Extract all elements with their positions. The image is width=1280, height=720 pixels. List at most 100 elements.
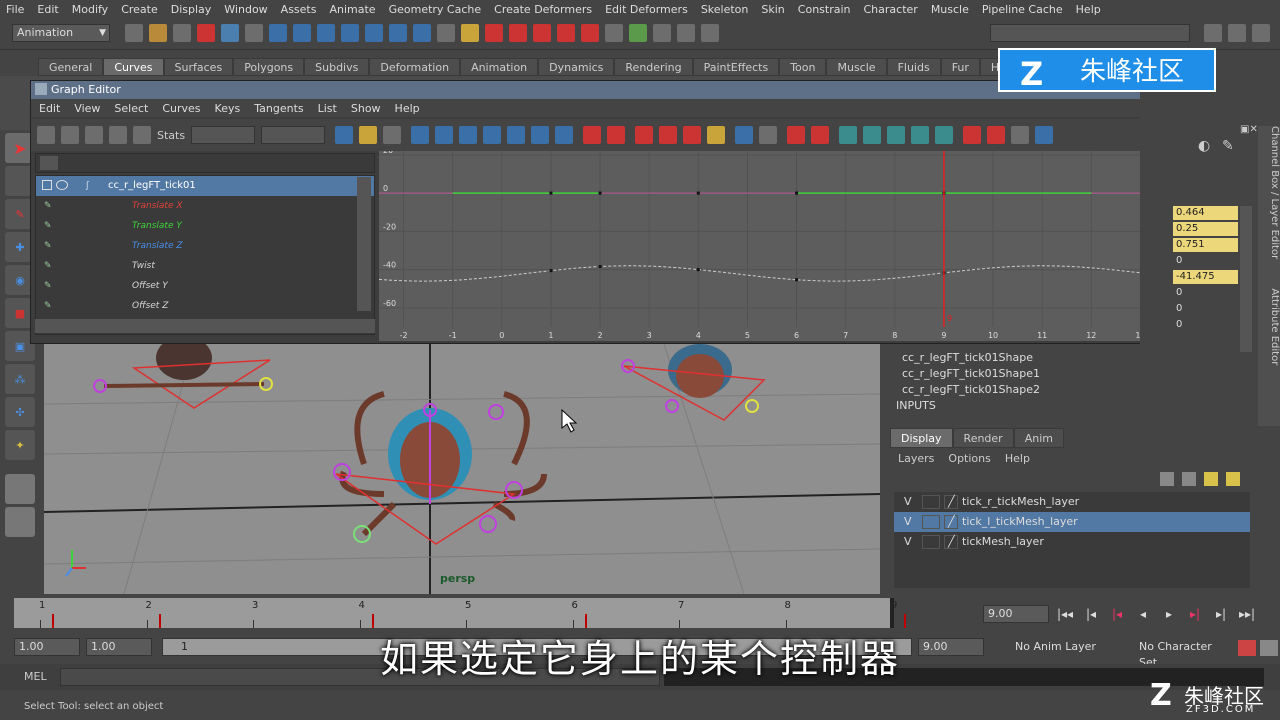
shelf-tab-fur[interactable]: Fur: [940, 58, 980, 76]
perspective-viewport[interactable]: persp: [44, 344, 880, 594]
graph-menu-keys[interactable]: Keys: [215, 102, 241, 115]
shelf-tab-subdivs[interactable]: Subdivs: [304, 58, 370, 76]
region-tool-icon[interactable]: [133, 126, 151, 144]
channel-pin-icon[interactable]: ✎: [44, 296, 52, 316]
menu-item-animate[interactable]: Animate: [329, 3, 375, 16]
graph-menu-view[interactable]: View: [74, 102, 100, 115]
channel-box-edit-icon[interactable]: ✎: [1222, 138, 1234, 154]
open-outliner-icon[interactable]: [1011, 126, 1030, 144]
channel-value-field[interactable]: 0: [1173, 302, 1238, 316]
play-backwards-icon[interactable]: ◂: [1133, 607, 1153, 621]
soft-mod-tool-icon[interactable]: ⁂: [5, 364, 35, 394]
auto-tangent-icon[interactable]: [411, 126, 430, 144]
open-dope-sheet-icon[interactable]: [963, 126, 982, 144]
time-slider[interactable]: 123456789: [14, 598, 906, 628]
cycle-pre-infinity-icon[interactable]: [735, 126, 754, 144]
spline-tangent-icon[interactable]: [435, 126, 454, 144]
layer-menu-layers[interactable]: Layers: [898, 452, 934, 465]
layer-row[interactable]: V ╱ tickMesh_layer: [894, 532, 1250, 552]
layer-tab-render[interactable]: Render: [952, 428, 1014, 448]
snap-point-icon[interactable]: [533, 24, 551, 42]
select-curves-icon[interactable]: [317, 24, 335, 42]
graph-menu-list[interactable]: List: [318, 102, 337, 115]
channel-box-scrollbar[interactable]: [1240, 206, 1252, 352]
show-attribute-editor-icon[interactable]: [1204, 24, 1222, 42]
channel-pin-icon[interactable]: ✎: [44, 236, 52, 256]
show-tool-settings-icon[interactable]: [1228, 24, 1246, 42]
outliner-channel-row[interactable]: ✎ Offset Z: [36, 296, 374, 316]
menu-item-skeleton[interactable]: Skeleton: [701, 3, 749, 16]
snap-grid-icon[interactable]: [485, 24, 503, 42]
layer-menu-options[interactable]: Options: [948, 452, 990, 465]
shelf-tab-general[interactable]: General: [38, 58, 104, 76]
lock-selection-icon[interactable]: [461, 24, 479, 42]
shelf-tab-curves[interactable]: Curves: [103, 58, 164, 76]
channel-value-field[interactable]: 0.25: [1173, 222, 1238, 236]
channel-pin-icon[interactable]: ✎: [44, 196, 52, 216]
open-channel-icon[interactable]: [1035, 126, 1054, 144]
outliner-channel-row[interactable]: ✎ Translate Z: [36, 236, 374, 256]
stack-curves-icon[interactable]: [935, 126, 954, 144]
play-forwards-icon[interactable]: ▸: [1159, 607, 1179, 621]
shelf-tab-rendering[interactable]: Rendering: [614, 58, 693, 76]
channel-pin-icon[interactable]: ✎: [44, 256, 52, 276]
last-tool-icon[interactable]: ✦: [5, 430, 35, 460]
step-forward-key-icon[interactable]: ▸|: [1185, 607, 1205, 621]
menu-item-display[interactable]: Display: [171, 3, 212, 16]
render-current-icon[interactable]: [629, 24, 647, 42]
time-snap-icon[interactable]: [811, 126, 830, 144]
curve-graph-view[interactable]: -2-1012345678910111213200-20-40-609: [379, 151, 1165, 341]
shelf-tab-polygons[interactable]: Polygons: [233, 58, 305, 76]
add-key-icon[interactable]: [85, 126, 103, 144]
history-icon[interactable]: [605, 24, 623, 42]
step-back-key-icon[interactable]: |◂: [1107, 607, 1127, 621]
outliner-scrollbar[interactable]: [357, 177, 371, 311]
key-ticks-icon[interactable]: [887, 126, 906, 144]
cycle-post-infinity-icon[interactable]: [759, 126, 778, 144]
shape-item[interactable]: cc_r_legFT_tick01Shape2: [896, 382, 1252, 398]
menu-item-muscle[interactable]: Muscle: [931, 3, 969, 16]
frame-playback-icon[interactable]: [359, 126, 378, 144]
layer-display-type-toggle[interactable]: [922, 495, 940, 509]
channel-pin-icon[interactable]: ✎: [44, 216, 52, 236]
channel-box-close-icon[interactable]: ▣✕: [1240, 124, 1258, 135]
menu-item-file[interactable]: File: [6, 3, 24, 16]
layout-single-icon[interactable]: [5, 474, 35, 504]
shelf-tab-deformation[interactable]: Deformation: [369, 58, 461, 76]
graph-menu-help[interactable]: Help: [395, 102, 420, 115]
step-tangent-icon[interactable]: [531, 126, 550, 144]
move-layer-up-icon[interactable]: [1160, 472, 1174, 486]
frame-all-icon[interactable]: [335, 126, 354, 144]
outliner-channel-row[interactable]: ✎ Translate Y: [36, 216, 374, 236]
expand-icon[interactable]: [42, 180, 52, 190]
layer-display-type-toggle[interactable]: [922, 535, 940, 549]
filter-toggle-icon[interactable]: [40, 156, 58, 170]
menu-item-assets[interactable]: Assets: [281, 3, 317, 16]
menu-item-create-deformers[interactable]: Create Deformers: [494, 3, 592, 16]
side-tab-channel-box[interactable]: Channel Box / Layer Editor: [1269, 126, 1280, 259]
clamped-tangent-icon[interactable]: [459, 126, 478, 144]
go-to-start-icon[interactable]: |◂◂: [1055, 607, 1075, 621]
channel-value-field[interactable]: 0: [1173, 318, 1238, 332]
shelf-tab-toon[interactable]: Toon: [779, 58, 827, 76]
shelf-tab-dynamics[interactable]: Dynamics: [538, 58, 615, 76]
new-scene-icon[interactable]: [125, 24, 143, 42]
shelf-tab-animation[interactable]: Animation: [460, 58, 539, 76]
shelf-tab-fluids[interactable]: Fluids: [886, 58, 941, 76]
layer-menu-help[interactable]: Help: [1005, 452, 1030, 465]
layer-row[interactable]: V ╱ tick_l_tickMesh_layer: [894, 512, 1250, 532]
denormalize-curves-icon[interactable]: [863, 126, 882, 144]
outliner-node-row[interactable]: ʃ cc_r_legFT_tick01: [36, 176, 374, 196]
shape-item[interactable]: cc_r_legFT_tick01Shape1: [896, 366, 1252, 382]
menu-item-edit-deformers[interactable]: Edit Deformers: [605, 3, 688, 16]
curve-filter-icon[interactable]: [911, 126, 930, 144]
menu-item-skin[interactable]: Skin: [761, 3, 784, 16]
unify-tangents-icon[interactable]: [607, 126, 626, 144]
snap-curve-icon[interactable]: [509, 24, 527, 42]
select-joints-icon[interactable]: [293, 24, 311, 42]
channel-value-field[interactable]: -41.475: [1173, 270, 1238, 284]
insert-key-icon[interactable]: [61, 126, 79, 144]
outliner-hscrollbar[interactable]: [35, 319, 375, 333]
make-live-icon[interactable]: [581, 24, 599, 42]
menu-item-geometry-cache[interactable]: Geometry Cache: [389, 3, 482, 16]
